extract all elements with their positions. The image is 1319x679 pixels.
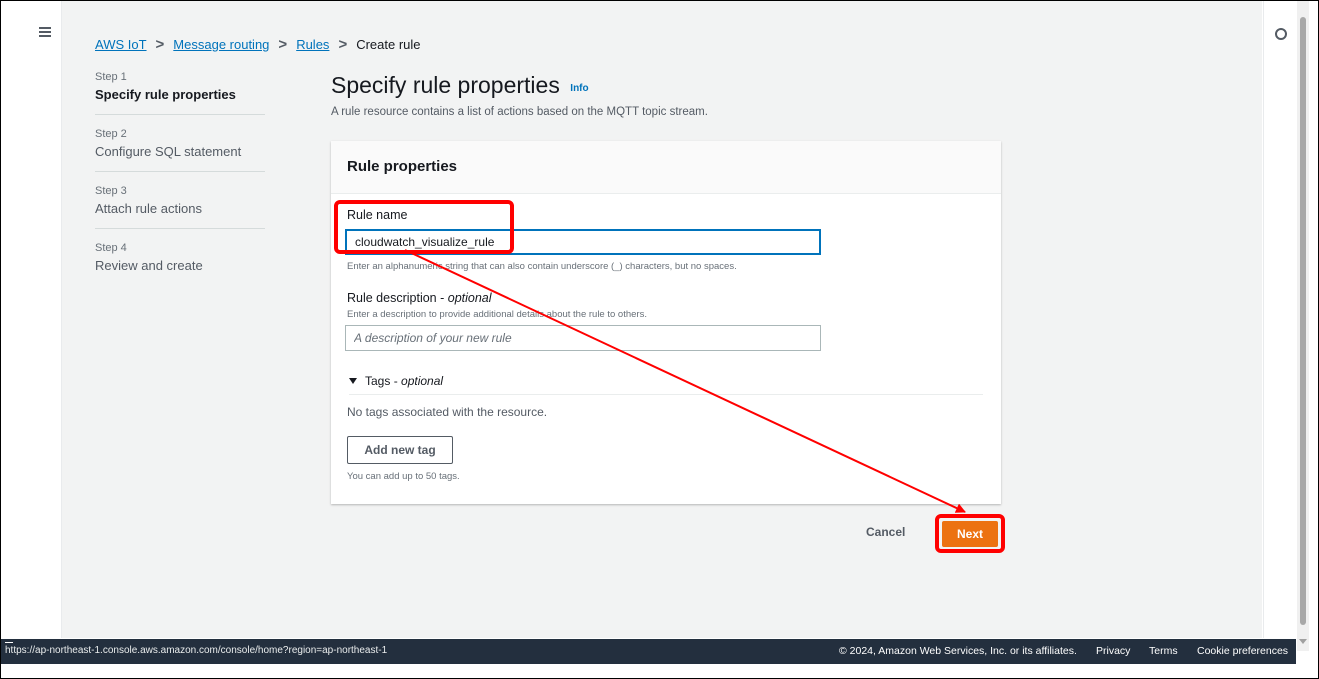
wizard-step-4: Step 4 Review and create <box>95 242 265 285</box>
chevron-right-icon: > <box>278 36 288 53</box>
wizard-steps: Step 1 Specify rule properties Step 2 Co… <box>95 71 265 298</box>
step-label: Specify rule properties <box>95 87 236 102</box>
chevron-right-icon: > <box>338 36 348 53</box>
step-number: Step 4 <box>95 242 127 254</box>
copyright-text: © 2024, Amazon Web Services, Inc. or its… <box>839 645 1077 657</box>
wizard-step-2: Step 2 Configure SQL statement <box>95 128 265 172</box>
page-header: Specify rule properties Info <box>331 72 589 99</box>
footer-bar: https://ap-northeast-1.console.aws.amazo… <box>1 639 1296 664</box>
tags-label: Tags <box>365 374 391 388</box>
status-url: https://ap-northeast-1.console.aws.amazo… <box>5 645 388 656</box>
wizard-step-3: Step 3 Attach rule actions <box>95 185 265 229</box>
menu-icon[interactable] <box>39 27 51 37</box>
privacy-link[interactable]: Privacy <box>1096 645 1130 657</box>
page-description: A rule resource contains a list of actio… <box>331 106 708 118</box>
cancel-button[interactable]: Cancel <box>866 525 905 539</box>
caret-down-icon <box>349 378 357 384</box>
tag-limit-hint: You can add up to 50 tags. <box>347 471 460 482</box>
step-number: Step 3 <box>95 185 127 197</box>
breadcrumb-current: Create rule <box>356 37 421 52</box>
tags-expandable-header[interactable]: Tags - optional <box>349 374 983 395</box>
page-title: Specify rule properties <box>331 72 560 98</box>
breadcrumb-aws-iot[interactable]: AWS IoT <box>95 37 147 52</box>
step-label: Review and create <box>95 258 203 273</box>
rule-properties-card: Rule properties Rule name Enter an alpha… <box>331 141 1001 504</box>
add-new-tag-button[interactable]: Add new tag <box>347 436 453 464</box>
tags-optional-text: optional <box>401 374 444 388</box>
scrollbar-thumb[interactable] <box>1300 17 1306 625</box>
optional-text: optional <box>447 291 492 305</box>
left-navigation-rail <box>1 1 62 638</box>
rule-description-input[interactable] <box>345 325 821 351</box>
rule-description-label-text: Rule description <box>347 291 437 305</box>
step-label: Configure SQL statement <box>95 144 242 159</box>
step-number: Step 2 <box>95 128 127 140</box>
step-label: Attach rule actions <box>95 201 202 216</box>
settings-icon[interactable] <box>1275 28 1287 40</box>
scroll-down-arrow-icon[interactable] <box>1299 639 1307 644</box>
rule-name-input[interactable] <box>345 229 821 255</box>
chevron-right-icon: > <box>155 36 165 53</box>
rule-name-hint: Enter an alphanumeric string that can al… <box>347 261 737 272</box>
next-button[interactable]: Next <box>942 521 998 547</box>
card-title: Rule properties <box>347 158 458 175</box>
rule-description-hint: Enter a description to provide additiona… <box>347 309 647 320</box>
cookie-preferences-link[interactable]: Cookie preferences <box>1197 645 1288 657</box>
no-tags-text: No tags associated with the resource. <box>347 405 548 419</box>
breadcrumb-message-routing[interactable]: Message routing <box>173 37 269 52</box>
breadcrumb-rules[interactable]: Rules <box>296 37 329 52</box>
info-link[interactable]: Info <box>570 83 588 94</box>
vertical-scrollbar[interactable] <box>1297 1 1309 651</box>
right-tools-rail <box>1263 1 1297 638</box>
card-header: Rule properties <box>331 141 1001 194</box>
rule-description-label: Rule description - optional <box>347 291 492 305</box>
terms-link[interactable]: Terms <box>1149 645 1178 657</box>
step-number: Step 1 <box>95 71 127 83</box>
rule-name-label: Rule name <box>347 208 408 222</box>
wizard-step-1: Step 1 Specify rule properties <box>95 71 265 115</box>
breadcrumb: AWS IoT > Message routing > Rules > Crea… <box>95 36 421 53</box>
footer-divider <box>5 642 13 643</box>
